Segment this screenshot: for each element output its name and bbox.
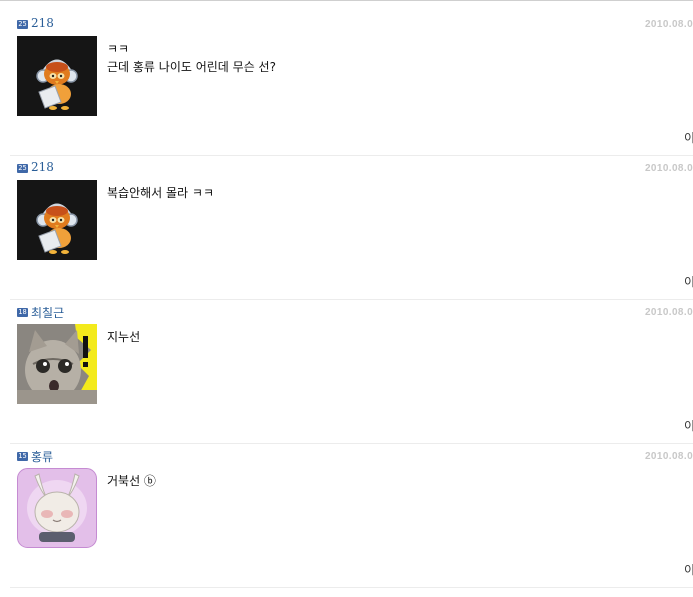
level-badge: 18 — [17, 308, 28, 317]
author-link[interactable]: 218 — [31, 160, 54, 174]
comment-date: 2010.08.04 — [644, 19, 693, 30]
avatar[interactable] — [17, 468, 97, 548]
headphone-bird-avatar-icon — [17, 36, 97, 116]
comment-line: 거북선 ⓑ — [107, 474, 156, 488]
author-link[interactable]: 218 — [31, 16, 54, 30]
surprised-cat-avatar-icon — [17, 324, 97, 404]
avatar[interactable] — [17, 180, 97, 260]
comment-date: 2010.08.04 — [644, 451, 693, 462]
reply-link[interactable]: 이 — [684, 273, 693, 290]
comment-date: 2010.08.04 — [644, 163, 693, 174]
headphone-bird-avatar-icon — [17, 180, 97, 260]
comment-date: 2010.08.04 — [644, 307, 693, 318]
bunny-avatar-icon — [17, 468, 97, 548]
level-badge: 25 — [17, 20, 28, 29]
avatar[interactable] — [17, 324, 97, 404]
comment-text: 거북선 ⓑ — [107, 472, 156, 490]
comment-line: 근데 홍류 나이도 어린데 무슨 선? — [107, 60, 276, 74]
comment-item: 18 최칠근 2010.08.04 지누선 이 — [10, 299, 693, 444]
comment-text: 복습안해서 몰라 ㅋㅋ — [107, 184, 214, 202]
level-badge: 25 — [17, 164, 28, 173]
comment-item: 25 218 2010.08.04 복습안해서 몰라 ㅋㅋ 이 — [10, 155, 693, 300]
author-link[interactable]: 홍류 — [31, 448, 53, 465]
comment-item: 25 218 2010.08.04 ㅋㅋ 근데 홍류 나이도 어린데 무슨 선?… — [10, 11, 693, 156]
author-link[interactable]: 최칠근 — [31, 304, 64, 321]
comment-line: 복습안해서 몰라 ㅋㅋ — [107, 186, 214, 200]
reply-link[interactable]: 이 — [684, 129, 693, 146]
comment-text: ㅋㅋ 근데 홍류 나이도 어린데 무슨 선? — [107, 40, 276, 76]
comment-item: 15 홍류 2010.08.04 거북선 ⓑ 이 — [10, 443, 693, 588]
comment-text: 지누선 — [107, 328, 140, 346]
reply-link[interactable]: 이 — [684, 561, 693, 578]
level-badge: 15 — [17, 452, 28, 461]
avatar[interactable] — [17, 36, 97, 116]
comment-line: ㅋㅋ — [107, 42, 130, 56]
top-divider — [0, 0, 693, 1]
reply-link[interactable]: 이 — [684, 417, 693, 434]
comment-line: 지누선 — [107, 330, 141, 344]
